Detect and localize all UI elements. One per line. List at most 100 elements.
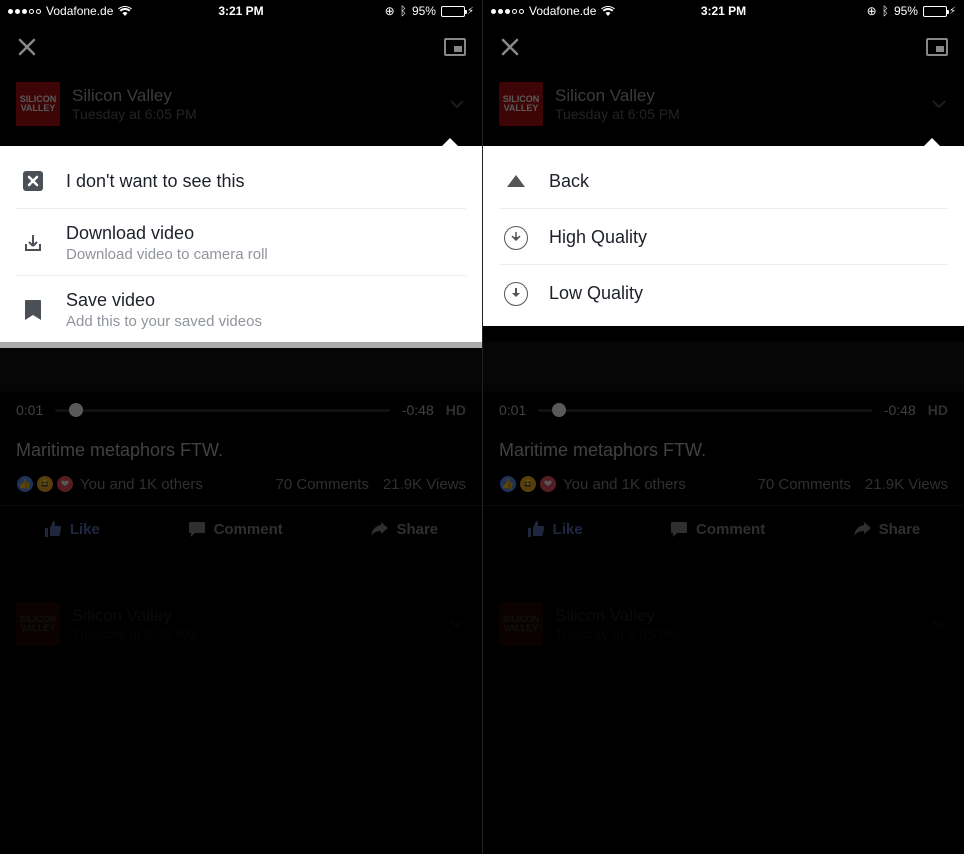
share-button[interactable]: Share — [853, 520, 921, 538]
menu-item-hide[interactable]: I don't want to see this — [0, 152, 482, 208]
views-count: 21.9K Views — [383, 476, 466, 493]
menu-label: I don't want to see this — [66, 171, 245, 192]
elapsed-time: 0:01 — [499, 402, 526, 418]
page-name[interactable]: Silicon Valley — [555, 86, 680, 106]
love-reaction-icon: ❤ — [539, 475, 557, 493]
post-caption: Maritime metaphors FTW. — [483, 428, 964, 469]
bookmark-icon — [24, 299, 42, 321]
page-avatar[interactable]: SILICON VALLEY — [499, 82, 543, 126]
download-circle-icon — [504, 226, 528, 250]
pip-icon[interactable] — [926, 38, 948, 56]
post-header: SILICON VALLEY Silicon Valley Tuesday at… — [0, 72, 482, 132]
post-header: SILICON VALLEY Silicon Valley Tuesday at… — [483, 72, 964, 132]
post-caption: Maritime metaphors FTW. — [0, 428, 482, 469]
menu-label: Low Quality — [549, 283, 643, 304]
page-name[interactable]: Silicon Valley — [72, 606, 197, 626]
comment-button[interactable]: Comment — [670, 520, 765, 538]
elapsed-time: 0:01 — [16, 402, 43, 418]
comment-icon — [670, 520, 688, 538]
menu-item-save[interactable]: Save video Add this to your saved videos — [16, 275, 466, 342]
menu-sublabel: Add this to your saved videos — [66, 313, 262, 330]
comment-label: Comment — [214, 521, 283, 538]
haha-reaction-icon: 😆 — [36, 475, 54, 493]
status-bar: Vodafone.de 3:21 PM ⊕ ᛒ 95% ⚡︎ — [0, 0, 482, 22]
seek-thumb[interactable] — [69, 403, 83, 417]
video-header — [483, 22, 964, 72]
like-reaction-icon: 👍 — [16, 475, 34, 493]
next-post-header: SILICON VALLEY Silicon Valley Tuesday at… — [483, 592, 964, 652]
likes-text[interactable]: You and 1K others — [563, 476, 686, 493]
comment-button[interactable]: Comment — [188, 520, 283, 538]
charging-icon: ⚡︎ — [949, 6, 956, 17]
orientation-lock-icon: ⊕ — [385, 4, 395, 18]
chevron-down-icon[interactable] — [930, 615, 948, 633]
like-label: Like — [553, 521, 583, 538]
close-icon[interactable] — [16, 36, 38, 58]
video-progress[interactable]: 0:01 -0:48 HD — [0, 392, 482, 428]
page-name[interactable]: Silicon Valley — [72, 86, 197, 106]
menu-item-download[interactable]: Download video Download video to camera … — [16, 208, 466, 275]
status-bar: Vodafone.de 3:21 PM ⊕ ᛒ 95% ⚡︎ — [483, 0, 964, 22]
battery-icon — [923, 6, 947, 17]
likes-text[interactable]: You and 1K others — [80, 476, 203, 493]
screen-left: Vodafone.de 3:21 PM ⊕ ᛒ 95% ⚡︎ SILICON V… — [0, 0, 482, 854]
signal-dots-icon — [8, 9, 41, 14]
share-label: Share — [879, 521, 921, 538]
close-icon[interactable] — [499, 36, 521, 58]
menu-item-back[interactable]: Back — [483, 152, 964, 208]
views-count: 21.9K Views — [865, 476, 948, 493]
remaining-time: -0:48 — [402, 402, 434, 418]
seek-track[interactable] — [55, 409, 390, 412]
video-frame[interactable] — [483, 342, 964, 392]
chevron-down-icon[interactable] — [448, 615, 466, 633]
menu-label: High Quality — [549, 227, 647, 248]
comments-count[interactable]: 70 Comments — [276, 476, 369, 493]
menu-item-high-quality[interactable]: High Quality — [499, 208, 948, 264]
battery-pct-label: 95% — [894, 4, 918, 18]
like-button[interactable]: Like — [44, 520, 100, 538]
wifi-icon — [118, 6, 132, 16]
carrier-label: Vodafone.de — [46, 4, 113, 18]
arrow-up-icon — [507, 175, 525, 187]
menu-label: Download video — [66, 223, 268, 244]
x-box-icon — [22, 170, 44, 192]
page-name[interactable]: Silicon Valley — [555, 606, 680, 626]
chevron-down-icon[interactable] — [930, 95, 948, 113]
video-progress[interactable]: 0:01 -0:48 HD — [483, 392, 964, 428]
seek-track[interactable] — [538, 409, 872, 412]
remaining-time: -0:48 — [884, 402, 916, 418]
menu-sublabel: Download video to camera roll — [66, 246, 268, 263]
like-label: Like — [70, 521, 100, 538]
page-avatar[interactable]: SILICON VALLEY — [16, 602, 60, 646]
action-bar: Like Comment Share — [483, 505, 964, 552]
video-frame[interactable] — [0, 342, 482, 392]
next-post-header: SILICON VALLEY Silicon Valley Tuesday at… — [0, 592, 482, 652]
share-label: Share — [396, 521, 438, 538]
quality-badge[interactable]: HD — [446, 402, 466, 418]
video-header — [0, 22, 482, 72]
orientation-lock-icon: ⊕ — [867, 4, 877, 18]
carrier-label: Vodafone.de — [529, 4, 596, 18]
post-stats: 👍 😆 ❤ You and 1K others 70 Comments 21.9… — [483, 469, 964, 505]
clock-label: 3:21 PM — [701, 4, 746, 18]
haha-reaction-icon: 😆 — [519, 475, 537, 493]
share-icon — [370, 520, 388, 538]
menu-item-low-quality[interactable]: Low Quality — [499, 264, 948, 320]
bluetooth-icon: ᛒ — [400, 4, 407, 18]
clock-label: 3:21 PM — [218, 4, 263, 18]
share-button[interactable]: Share — [370, 520, 438, 538]
comment-icon — [188, 520, 206, 538]
action-bar: Like Comment Share — [0, 505, 482, 552]
chevron-down-icon[interactable] — [448, 95, 466, 113]
download-circle-icon — [504, 282, 528, 306]
battery-icon — [441, 6, 465, 17]
like-button[interactable]: Like — [527, 520, 583, 538]
comments-count[interactable]: 70 Comments — [758, 476, 851, 493]
post-timestamp: Tuesday at 6:05 PM — [555, 626, 680, 642]
pip-icon[interactable] — [444, 38, 466, 56]
seek-thumb[interactable] — [552, 403, 566, 417]
quality-badge[interactable]: HD — [928, 402, 948, 418]
page-avatar[interactable]: SILICON VALLEY — [16, 82, 60, 126]
post-timestamp: Tuesday at 6:05 PM — [555, 106, 680, 122]
page-avatar[interactable]: SILICON VALLEY — [499, 602, 543, 646]
